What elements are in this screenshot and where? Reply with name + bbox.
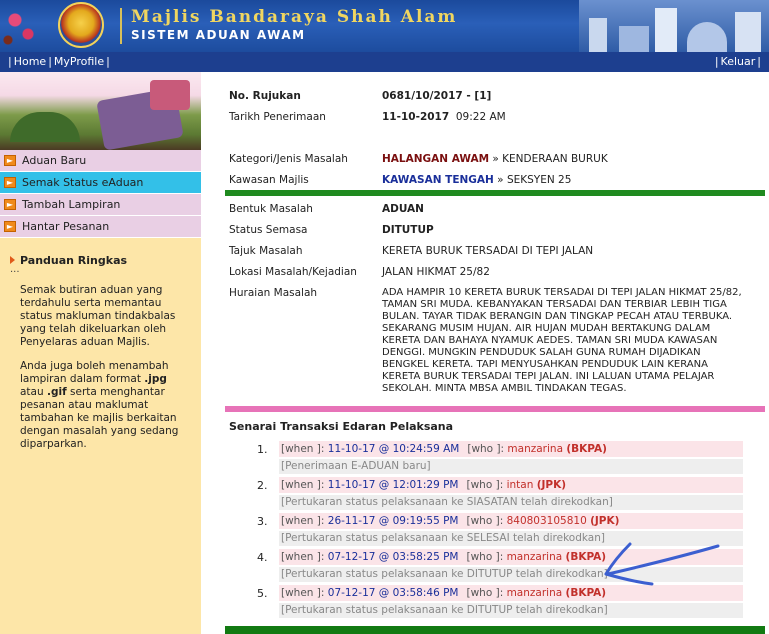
form-value: ADUAN: [382, 203, 424, 215]
date-label: Tarikh Penerimaan: [229, 111, 326, 123]
sidebar-item-label: Aduan Baru: [22, 154, 87, 167]
arrow-right-icon: ►: [4, 221, 16, 232]
flower-decoration-icon: [0, 0, 40, 52]
header-title: Majlis Bandaraya Shah Alam: [131, 7, 458, 27]
city-skyline-image: [579, 0, 769, 52]
nav-home-link[interactable]: Home: [14, 55, 46, 68]
description-value: ADA HAMPIR 10 KERETA BURUK TERSADAI DI T…: [382, 287, 742, 394]
status-value: DITUTUP: [382, 224, 434, 236]
category-value: HALANGAN AWAM » KENDERAAN BURUK: [382, 153, 608, 165]
triangle-bullet-icon: [10, 256, 15, 264]
sidebar-item-tambah-lampiran[interactable]: ► Tambah Lampiran: [0, 194, 201, 216]
area-label: Kawasan Majlis: [229, 174, 309, 186]
transactions-title: Senarai Transaksi Edaran Pelaksana: [229, 420, 454, 433]
date-value: 11-10-2017 09:22 AM: [382, 111, 506, 123]
hand-drawn-arrow-icon: [604, 542, 720, 586]
sidebar-banner-image: [0, 72, 201, 150]
description-label: Huraian Masalah: [229, 287, 318, 299]
category-label: Kategori/Jenis Masalah: [229, 153, 348, 165]
form-label: Bentuk Masalah: [229, 203, 313, 215]
nav-myprofile-link[interactable]: MyProfile: [54, 55, 104, 68]
header-divider: [120, 8, 122, 44]
sidebar-item-aduan-baru[interactable]: ► Aduan Baru: [0, 150, 201, 172]
sidebar-item-label: Semak Status eAduan: [22, 176, 144, 189]
location-value: JALAN HIKMAT 25/82: [382, 266, 490, 278]
app-header: Majlis Bandaraya Shah Alam SISTEM ADUAN …: [0, 0, 769, 52]
location-label: Lokasi Masalah/Kejadian: [229, 266, 357, 278]
subject-value: KERETA BURUK TERSADAI DI TEPI JALAN: [382, 245, 594, 257]
sidebar: ► Aduan Baru ► Semak Status eAduan ► Tam…: [0, 72, 201, 634]
area-value: KAWASAN TENGAH » SEKSYEN 25: [382, 174, 572, 186]
arrow-right-icon: ►: [4, 199, 16, 210]
ref-value: 0681/10/2017 - [1]: [382, 90, 492, 102]
arrow-right-icon: ►: [4, 177, 16, 188]
guide-dots: ...: [10, 264, 20, 275]
footer-divider-green: [225, 626, 765, 634]
subject-label: Tajuk Masalah: [229, 245, 303, 257]
sidebar-item-hantar-pesanan[interactable]: ► Hantar Pesanan: [0, 216, 201, 238]
top-nav-bar: | Home | MyProfile | | Keluar |: [0, 52, 769, 72]
header-subtitle: SISTEM ADUAN AWAM: [131, 28, 306, 42]
sidebar-item-label: Hantar Pesanan: [22, 220, 110, 233]
sidebar-menu: ► Aduan Baru ► Semak Status eAduan ► Tam…: [0, 150, 201, 238]
ref-label: No. Rujukan: [229, 90, 301, 102]
status-label: Status Semasa: [229, 224, 308, 236]
nav-logout-link[interactable]: Keluar: [721, 55, 756, 68]
guide-paragraph-2: Anda juga boleh menambah lampiran dalam …: [20, 360, 179, 450]
guide-paragraph-1: Semak butiran aduan yang terdahulu serta…: [20, 284, 176, 348]
section-divider-green: [225, 190, 765, 196]
section-divider-pink: [225, 406, 765, 412]
sidebar-item-label: Tambah Lampiran: [22, 198, 121, 211]
mbsa-logo: [58, 2, 104, 48]
arrow-right-icon: ►: [4, 155, 16, 166]
guide-title: Panduan Ringkas: [20, 254, 128, 267]
sidebar-item-semak-status[interactable]: ► Semak Status eAduan: [0, 172, 201, 194]
